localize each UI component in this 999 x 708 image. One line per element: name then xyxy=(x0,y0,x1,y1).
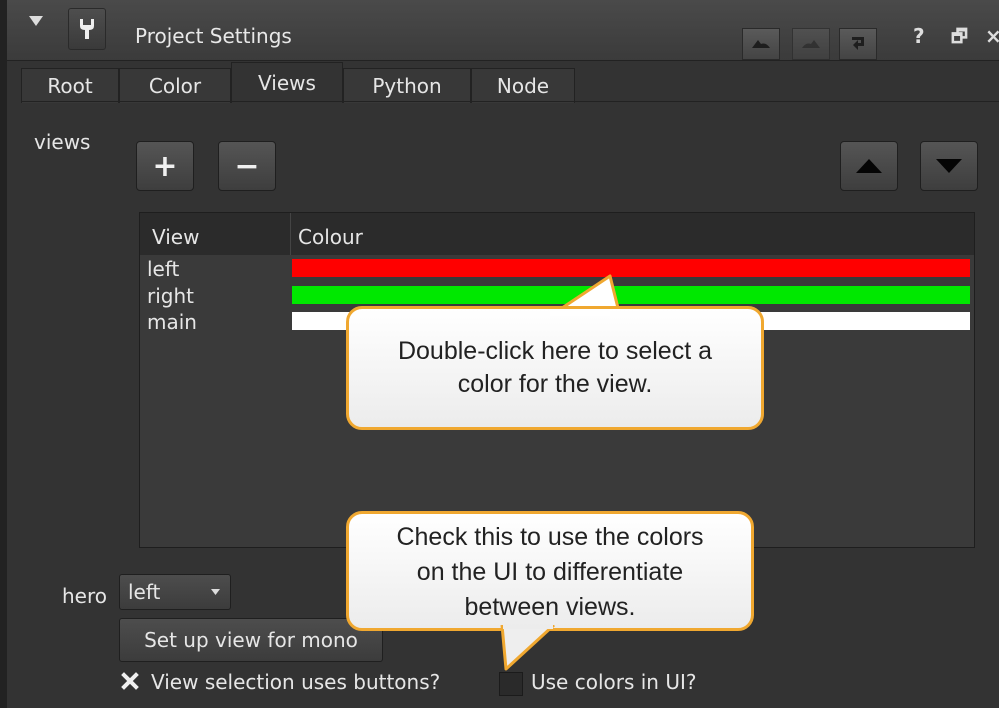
color-swatch[interactable] xyxy=(292,259,970,277)
revert-button[interactable] xyxy=(839,28,877,60)
column-header-view[interactable]: View xyxy=(152,225,199,249)
use-colors-label: Use colors in UI? xyxy=(531,670,697,694)
tab-color[interactable]: Color xyxy=(119,68,231,103)
help-icon[interactable]: ? xyxy=(913,24,925,48)
color-tip-callout: Double-click here to select a color for … xyxy=(346,306,764,430)
float-icon[interactable]: 🗗 xyxy=(951,24,968,54)
panel-title: Project Settings xyxy=(135,24,292,48)
callout-line: Double-click here to select a xyxy=(397,337,713,365)
callout-line: color for the view. xyxy=(457,370,653,398)
callout-tail xyxy=(500,625,556,671)
column-separator xyxy=(290,213,291,255)
view-name: right xyxy=(147,284,194,308)
arrow-down-icon xyxy=(936,159,962,173)
tab-root[interactable]: Root xyxy=(21,68,119,103)
dropdown-arrow-icon xyxy=(211,589,220,595)
table-header: View Colour xyxy=(140,213,974,255)
undo-button[interactable] xyxy=(742,28,780,60)
views-label: views xyxy=(34,130,91,154)
close-icon[interactable]: × xyxy=(985,24,999,48)
move-down-button[interactable] xyxy=(920,141,978,191)
view-name: left xyxy=(147,257,180,281)
tab-node[interactable]: Node xyxy=(471,68,575,103)
title-bar: Project Settings ? 🗗 × xyxy=(7,0,999,61)
collapse-triangle-icon[interactable] xyxy=(29,16,43,26)
tab-views[interactable]: Views xyxy=(231,62,343,103)
minus-icon: − xyxy=(234,148,260,184)
setup-mono-button[interactable]: Set up view for mono xyxy=(119,618,383,662)
color-swatch[interactable] xyxy=(292,286,970,304)
callout-line: on the UI to differentiate xyxy=(416,558,684,586)
move-up-button[interactable] xyxy=(840,141,898,191)
arrow-up-icon xyxy=(856,159,882,173)
checkmark-x-icon[interactable] xyxy=(121,672,139,690)
plus-icon: + xyxy=(152,148,178,184)
add-view-button[interactable]: + xyxy=(136,141,194,191)
view-selection-label: View selection uses buttons? xyxy=(151,670,441,694)
hero-selected-value: left xyxy=(128,580,161,604)
view-name: main xyxy=(147,310,197,334)
checkbox-box[interactable] xyxy=(499,672,523,696)
hero-select[interactable]: left xyxy=(119,574,231,610)
redo-button[interactable] xyxy=(792,28,830,60)
remove-view-button[interactable]: − xyxy=(218,141,276,191)
hero-label: hero xyxy=(62,584,107,608)
tab-python[interactable]: Python xyxy=(343,68,471,103)
column-header-colour[interactable]: Colour xyxy=(298,225,363,249)
wrench-icon[interactable] xyxy=(68,8,106,50)
callout-tail-cover xyxy=(550,310,610,316)
tabs-divider xyxy=(21,101,999,102)
callout-line: Check this to use the colors xyxy=(396,523,704,551)
ui-tip-callout: Check this to use the colors on the UI t… xyxy=(346,511,754,631)
callout-line: between views. xyxy=(464,593,636,621)
